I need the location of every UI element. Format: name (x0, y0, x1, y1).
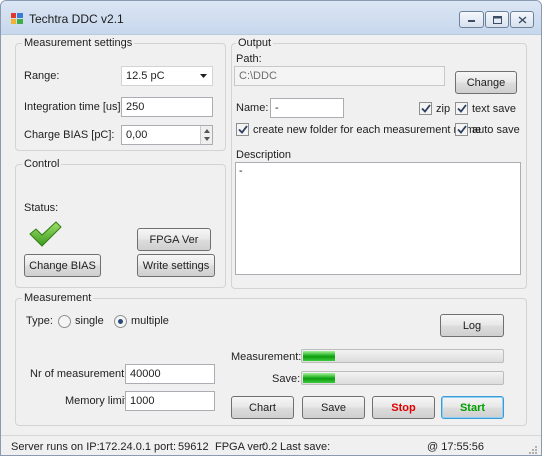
control-label: Control (22, 158, 62, 170)
memory-limit-label: Memory limit: (65, 395, 131, 407)
description-label: Description (236, 149, 292, 161)
fpga-ver-value: 0.2 (262, 441, 278, 453)
maximize-icon (492, 15, 502, 24)
fpga-ver-button[interactable]: FPGA Ver (137, 228, 211, 251)
status-bar: Server runs on IP: 172.24.0.1 port: 5961… (1, 435, 541, 455)
type-single-radio[interactable] (58, 315, 71, 328)
server-ip-value: 172.24.0.1 (99, 441, 151, 453)
minimize-button[interactable] (459, 11, 484, 28)
control-group: Control Status: FPGA Ver Change BIAS Wri… (15, 158, 226, 288)
new-folder-label: create new folder for each measurement n… (253, 124, 482, 136)
type-multiple-label: multiple (131, 315, 169, 327)
title-bar[interactable]: Techtra DDC v2.1 (1, 1, 541, 35)
checkmark-icon (238, 125, 248, 134)
integration-time-label: Integration time [us]: (24, 101, 124, 113)
port-label: port: (154, 441, 177, 453)
write-settings-button[interactable]: Write settings (137, 254, 215, 277)
checkmark-icon (421, 104, 431, 113)
minimize-icon (468, 20, 475, 22)
type-multiple-radio[interactable] (114, 315, 127, 328)
save-button[interactable]: Save (302, 396, 365, 419)
description-textarea[interactable]: - (235, 162, 521, 275)
change-path-button[interactable]: Change (455, 71, 517, 94)
radio-selected-dot (118, 319, 123, 324)
checkmark-icon (457, 104, 467, 113)
zip-label: zip (436, 103, 451, 115)
auto-save-checkbox[interactable] (455, 123, 468, 136)
type-label: Type: (26, 315, 53, 327)
measurement-group: Measurement Type: single multiple Log Nr… (15, 292, 527, 426)
save-progress-label: Save: (272, 373, 301, 385)
path-label: Path: (236, 53, 262, 65)
new-folder-checkbox[interactable] (236, 123, 249, 136)
nr-of-measurement-label: Nr of measurement: (30, 368, 128, 380)
stepper-arrows[interactable] (200, 126, 212, 144)
status-time: @ 17:55:56 (427, 441, 485, 453)
app-icon (11, 13, 23, 24)
stop-button[interactable]: Stop (372, 396, 435, 419)
client-area: Measurement settings Range: 12.5 pC Inte… (9, 35, 533, 435)
type-single-label: single (75, 315, 104, 327)
stepper-down-icon[interactable] (204, 137, 210, 141)
nr-of-measurement-input[interactable]: 40000 (125, 364, 215, 384)
measurement-progress-fill (303, 351, 335, 361)
save-progress-fill (303, 373, 335, 383)
status-ok-check-icon (29, 221, 62, 247)
range-select[interactable]: 12.5 pC (121, 66, 213, 86)
measurement-progress-bar (301, 349, 504, 363)
output-group: Output Path: C:\DDC Change Name: - zip t… (231, 37, 527, 289)
save-progress-bar (301, 371, 504, 385)
path-field: C:\DDC (234, 66, 445, 86)
range-selected-value: 12.5 pC (126, 70, 165, 82)
fpga-ver-label: FPGA ver: (215, 441, 266, 453)
app-window: Techtra DDC v2.1 Measurement settings Ra… (0, 0, 542, 456)
maximize-button[interactable] (485, 11, 509, 28)
status-label: Status: (24, 202, 59, 214)
text-save-label: text save (472, 103, 517, 115)
charge-bias-value: 0,00 (126, 129, 148, 141)
text-save-checkbox[interactable] (455, 102, 468, 115)
last-save-label: Last save: (280, 441, 331, 453)
close-icon (518, 15, 526, 24)
output-label: Output (236, 37, 274, 49)
window-title: Techtra DDC v2.1 (29, 12, 124, 26)
port-value: 59612 (178, 441, 209, 453)
integration-time-input[interactable]: 250 (121, 97, 213, 117)
charge-bias-label: Charge BIAS [pC]: (24, 129, 115, 141)
measurement-label: Measurement (22, 292, 94, 304)
resize-grip-icon[interactable] (528, 445, 537, 454)
range-label: Range: (24, 70, 60, 82)
measurement-settings-group: Measurement settings Range: 12.5 pC Inte… (15, 37, 226, 151)
auto-save-label: auto save (472, 124, 520, 136)
zip-checkbox[interactable] (419, 102, 432, 115)
name-label: Name: (236, 102, 269, 114)
measurement-settings-label: Measurement settings (22, 37, 135, 49)
charge-bias-stepper[interactable]: 0,00 (121, 125, 213, 145)
log-button[interactable]: Log (440, 314, 504, 337)
start-button[interactable]: Start (441, 396, 504, 419)
server-info-label: Server runs on IP: (11, 441, 100, 453)
close-button[interactable] (510, 11, 534, 28)
memory-limit-input[interactable]: 1000 (125, 391, 215, 411)
chart-button[interactable]: Chart (231, 396, 294, 419)
stepper-up-icon[interactable] (204, 129, 210, 133)
change-bias-button[interactable]: Change BIAS (24, 254, 101, 277)
checkmark-icon (457, 125, 467, 134)
chevron-down-icon (200, 74, 207, 78)
measurement-progress-label: Measurement: (231, 351, 302, 363)
name-input[interactable]: - (270, 98, 344, 118)
